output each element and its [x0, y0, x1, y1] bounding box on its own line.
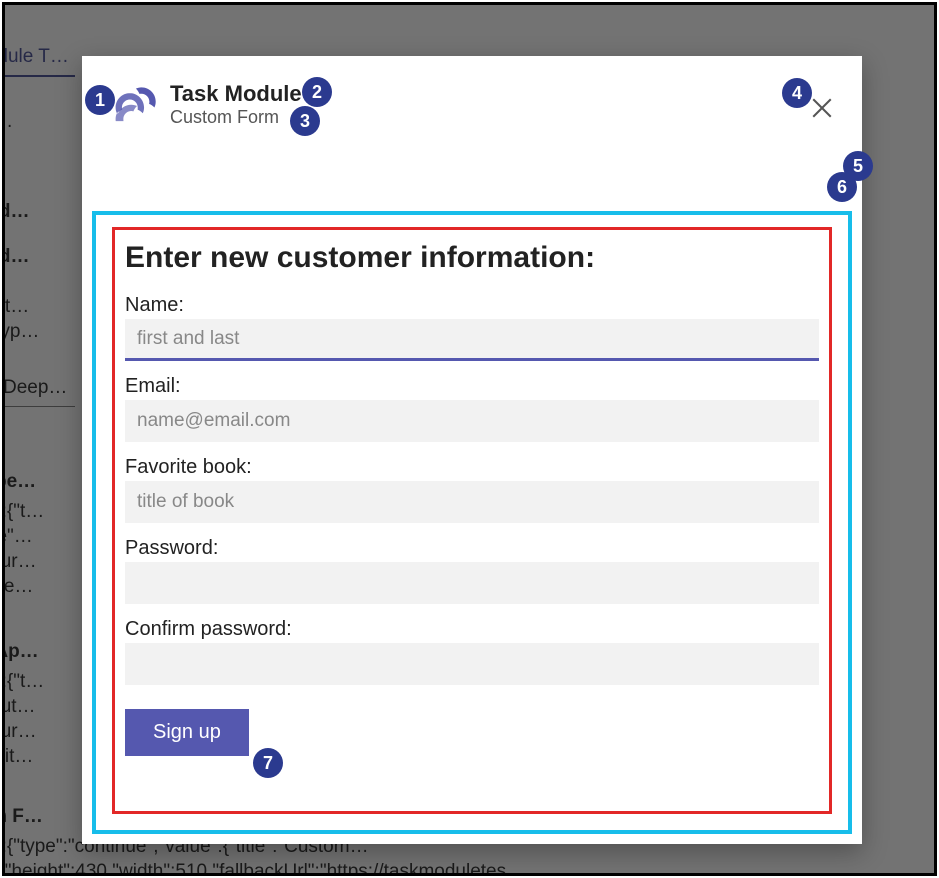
task-module-dialog: Task Module Custom Form Enter new custom…: [82, 56, 862, 844]
confirm-password-input[interactable]: [125, 643, 819, 685]
app-icon: [112, 83, 158, 129]
book-label: Favorite book:: [125, 456, 819, 479]
field-book: Favorite book:: [125, 456, 819, 523]
email-input[interactable]: [125, 400, 819, 442]
header-titles: Task Module Custom Form: [170, 81, 302, 128]
callout-3: 3: [290, 106, 320, 136]
field-email: Email:: [125, 375, 819, 442]
callout-4: 4: [782, 78, 812, 108]
email-label: Email:: [125, 375, 819, 398]
field-confirm-password: Confirm password:: [125, 618, 819, 685]
callout-7: 7: [253, 748, 283, 778]
close-icon: [812, 98, 832, 118]
password-input[interactable]: [125, 562, 819, 604]
dialog-subtitle: Custom Form: [170, 106, 302, 128]
name-label: Name:: [125, 294, 819, 317]
signup-button[interactable]: Sign up: [125, 709, 249, 756]
form-heading: Enter new customer information:: [125, 240, 819, 276]
field-name: Name:: [125, 294, 819, 361]
book-input[interactable]: [125, 481, 819, 523]
close-button[interactable]: [808, 94, 836, 122]
confirm-password-label: Confirm password:: [125, 618, 819, 641]
dialog-header: Task Module Custom Form: [82, 56, 862, 155]
field-password: Password:: [125, 537, 819, 604]
password-label: Password:: [125, 537, 819, 560]
callout-2: 2: [302, 77, 332, 107]
name-input[interactable]: [125, 319, 819, 361]
iframe-inner-content: Enter new customer information: Name: Em…: [112, 227, 832, 814]
dialog-title: Task Module: [170, 81, 302, 107]
callout-6: 6: [827, 172, 857, 202]
content-iframe-area: Enter new customer information: Name: Em…: [92, 211, 852, 834]
callout-1: 1: [85, 85, 115, 115]
